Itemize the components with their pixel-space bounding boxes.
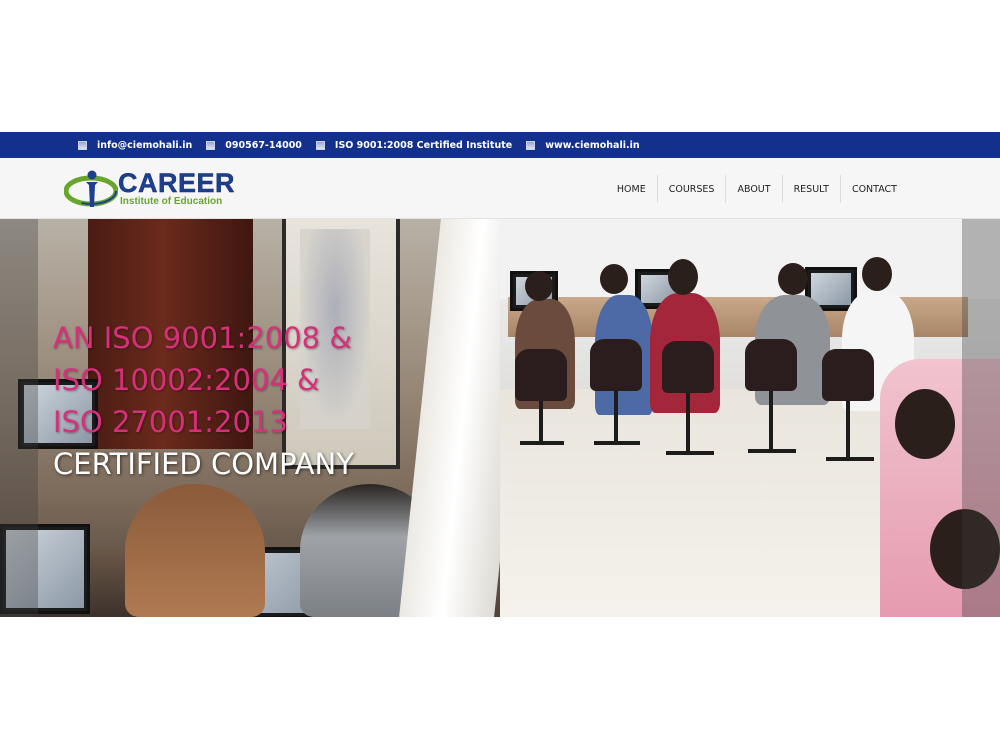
nav-result[interactable]: RESULT	[781, 175, 840, 203]
nav-courses[interactable]: COURSES	[656, 175, 726, 203]
topbar-phone-text: 090567-14000	[225, 139, 302, 151]
student-fg-head-1	[895, 389, 955, 459]
staff-woman	[125, 484, 265, 617]
slider-edge-right	[962, 219, 1000, 617]
email-icon	[78, 140, 87, 150]
hero-line-3: ISO 27001:2013	[53, 405, 288, 439]
topbar-certification: ISO 9001:2008 Certified Institute	[315, 139, 513, 151]
topbar-certification-text: ISO 9001:2008 Certified Institute	[334, 139, 513, 151]
hero-line-1: AN ISO 9001:2008 &	[53, 321, 352, 355]
hero-headline: AN ISO 9001:2008 & ISO 10002:2004 & ISO …	[53, 317, 354, 485]
topbar-email[interactable]: info@ciemohali.in	[78, 140, 192, 151]
lab-chair-1	[515, 349, 567, 401]
hero-photo-lab	[500, 219, 1000, 617]
lab-chair-5	[822, 349, 874, 401]
student-5-head	[862, 257, 892, 291]
main-nav: HOME COURSES ABOUT RESULT CONTACT	[606, 175, 908, 203]
phone-icon	[206, 140, 216, 150]
lab-chair-3	[662, 341, 714, 393]
lab-wall	[500, 219, 1000, 299]
logo-emblem-icon	[64, 170, 118, 207]
nav-about[interactable]: ABOUT	[725, 175, 781, 203]
hero-line-4: CERTIFIED COMPANY	[53, 447, 354, 481]
top-info-bar: info@ciemohali.in 090567-14000 ISO 9001:…	[0, 132, 1000, 158]
page: info@ciemohali.in 090567-14000 ISO 9001:…	[0, 0, 1000, 750]
student-1-head	[525, 271, 553, 301]
logo-title: CAREER	[118, 168, 236, 198]
hero-slider[interactable]: AN ISO 9001:2008 & ISO 10002:2004 & ISO …	[0, 219, 1000, 617]
site-logo[interactable]: CAREER Institute of Education	[62, 167, 242, 211]
lab-chair-4	[745, 339, 797, 391]
hero-line-2: ISO 10002:2004 &	[53, 363, 320, 397]
slider-edge-left	[0, 219, 38, 617]
student-4-head	[778, 263, 808, 295]
nav-home[interactable]: HOME	[606, 175, 657, 203]
nav-contact[interactable]: CONTACT	[839, 175, 908, 203]
topbar-website-text: www.ciemohali.in	[545, 139, 640, 151]
student-2-head	[600, 264, 628, 294]
student-3-head	[668, 259, 698, 295]
globe-icon	[526, 140, 536, 150]
topbar-email-text: info@ciemohali.in	[97, 139, 193, 151]
certificate-icon	[315, 140, 325, 150]
topbar-phone[interactable]: 090567-14000	[206, 140, 302, 151]
logo-subtitle: Institute of Education	[120, 196, 223, 207]
lab-chair-2	[590, 339, 642, 391]
site-header: CAREER Institute of Education HOME COURS…	[0, 158, 1000, 219]
topbar-website[interactable]: www.ciemohali.in	[526, 139, 640, 151]
